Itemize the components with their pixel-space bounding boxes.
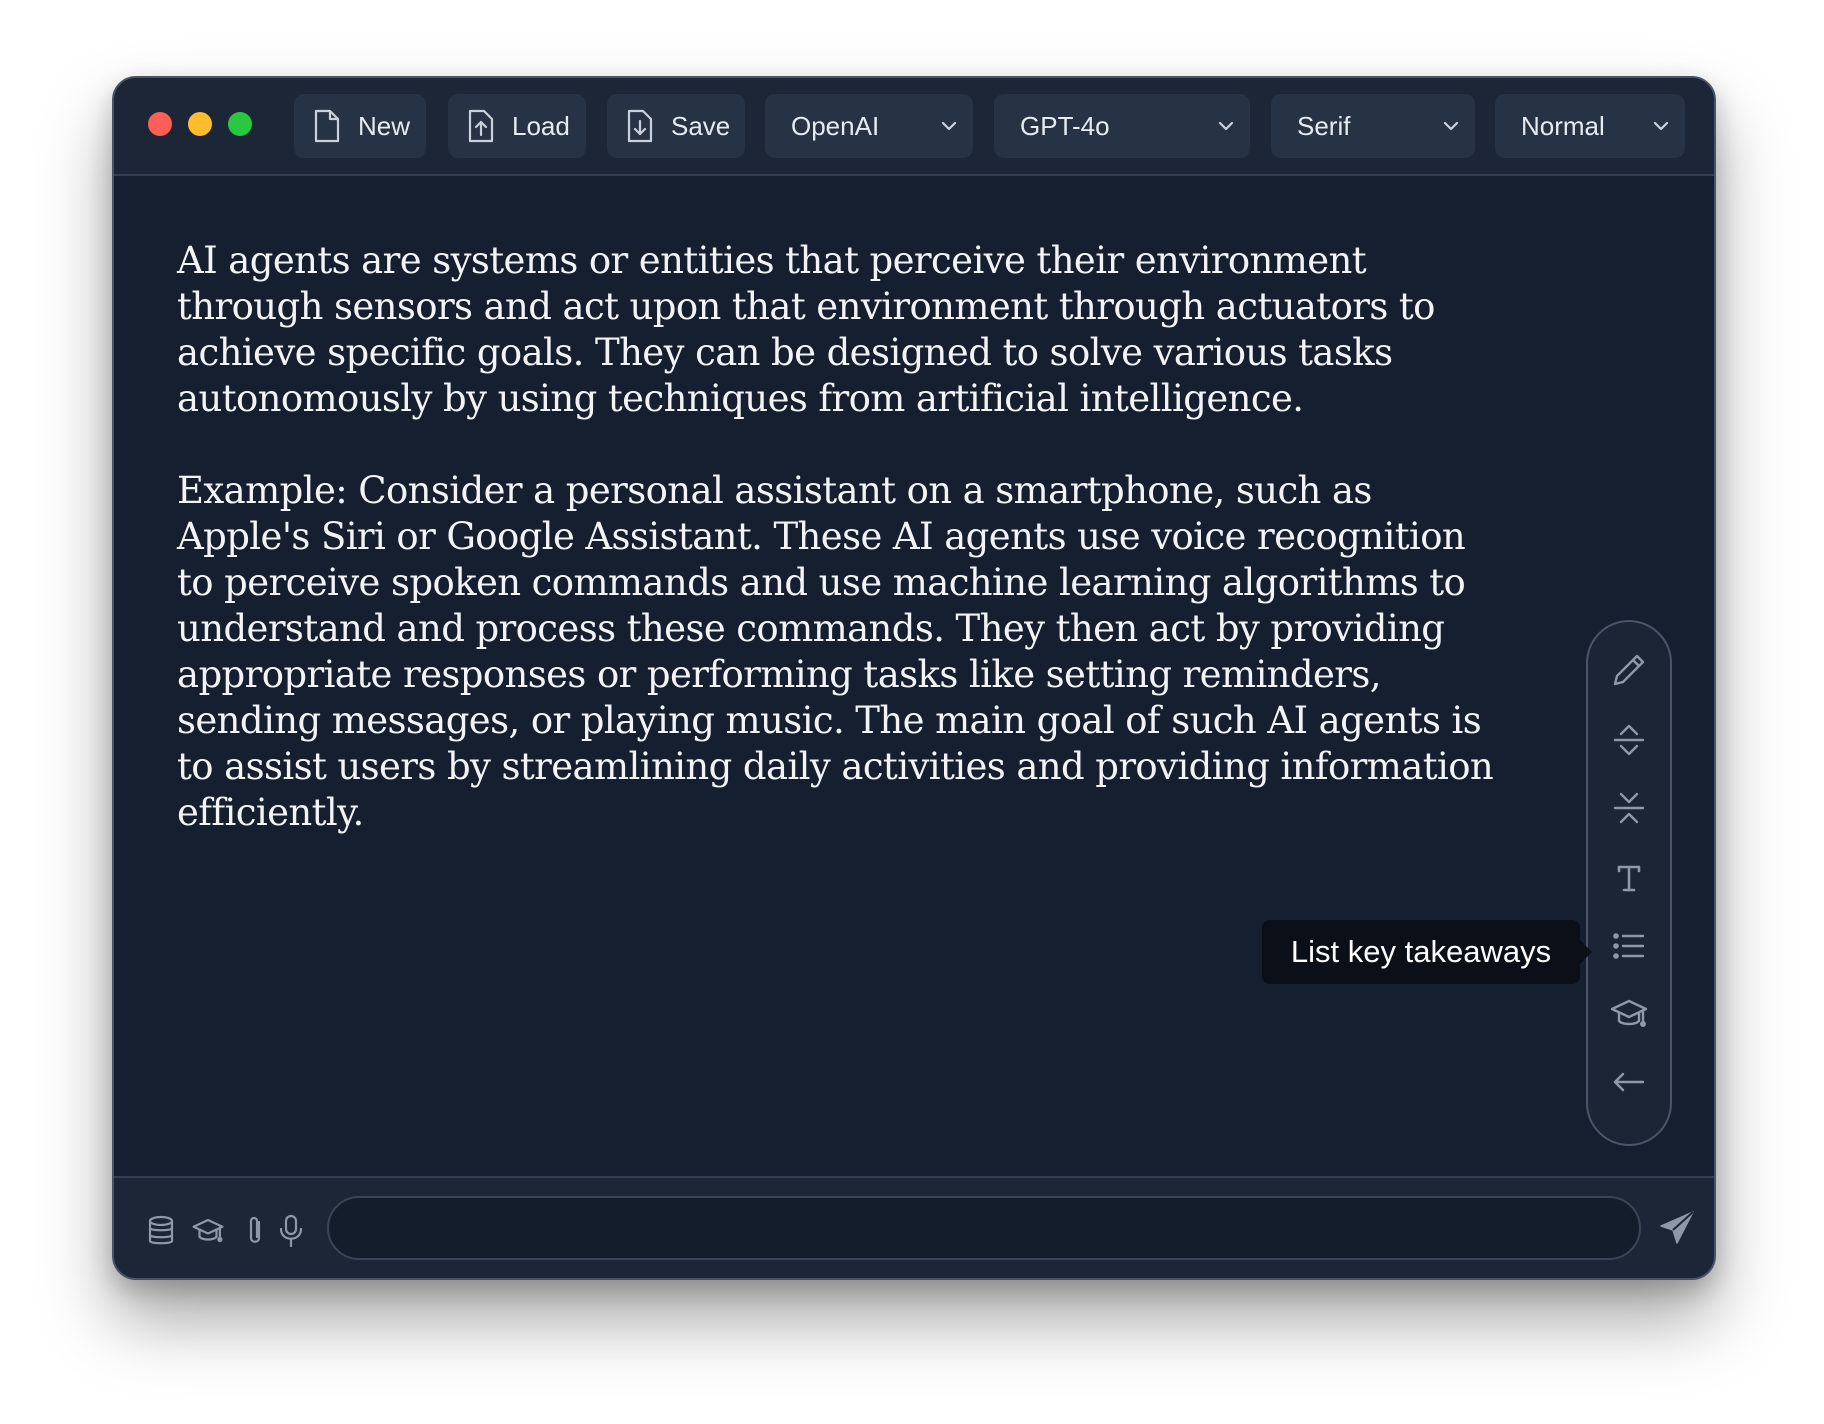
database-icon[interactable] (144, 1214, 178, 1248)
chat-input[interactable] (327, 1196, 1641, 1260)
model-select-value: GPT-4o (1020, 110, 1110, 141)
font-select-value: Serif (1297, 110, 1351, 141)
document-content[interactable]: AI agents are systems or entities that p… (177, 238, 1497, 882)
paperclip-icon[interactable] (238, 1214, 272, 1248)
upload-file-icon (466, 109, 496, 143)
graduation-cap-icon[interactable] (1609, 994, 1649, 1034)
chevron-down-icon (1443, 121, 1459, 131)
graduation-cap-icon[interactable] (191, 1214, 225, 1248)
toolbar: New Load Save OpenAI GPT-4o Serif Normal (114, 78, 1714, 176)
paragraph: AI agents are systems or entities that p… (177, 239, 1435, 420)
load-button[interactable]: Load (448, 94, 586, 158)
chevron-down-icon (941, 121, 957, 131)
close-window-button[interactable] (148, 112, 172, 136)
new-button[interactable]: New (294, 94, 426, 158)
paragraph: Example: Consider a personal assistant o… (177, 469, 1494, 834)
input-bar (114, 1176, 1714, 1278)
size-select-value: Normal (1521, 110, 1605, 141)
tooltip: List key takeaways (1262, 920, 1592, 984)
tooltip-arrow (1580, 940, 1592, 964)
model-select[interactable]: GPT-4o (994, 94, 1250, 158)
arrow-left-icon[interactable] (1609, 1062, 1649, 1102)
provider-select[interactable]: OpenAI (765, 94, 973, 158)
microphone-icon[interactable] (274, 1214, 308, 1248)
font-select[interactable]: Serif (1271, 94, 1475, 158)
provider-select-value: OpenAI (791, 110, 880, 141)
download-file-icon (625, 109, 655, 143)
list-icon[interactable] (1609, 926, 1649, 966)
new-file-icon (312, 109, 342, 143)
app-window: New Load Save OpenAI GPT-4o Serif Normal… (112, 76, 1716, 1280)
new-button-label: New (358, 110, 411, 141)
save-button[interactable]: Save (607, 94, 745, 158)
collapse-icon[interactable] (1609, 788, 1649, 828)
send-icon[interactable] (1657, 1208, 1697, 1248)
size-select[interactable]: Normal (1495, 94, 1685, 158)
expand-icon[interactable] (1609, 720, 1649, 760)
minimize-window-button[interactable] (188, 112, 212, 136)
maximize-window-button[interactable] (228, 112, 252, 136)
save-button-label: Save (671, 110, 731, 141)
tooltip-text: List key takeaways (1290, 934, 1552, 969)
text-icon[interactable] (1609, 858, 1649, 898)
pencil-icon[interactable] (1609, 650, 1649, 690)
chevron-down-icon (1218, 121, 1234, 131)
writing-tools-panel (1586, 620, 1672, 1146)
load-button-label: Load (512, 110, 570, 141)
chevron-down-icon (1653, 121, 1669, 131)
